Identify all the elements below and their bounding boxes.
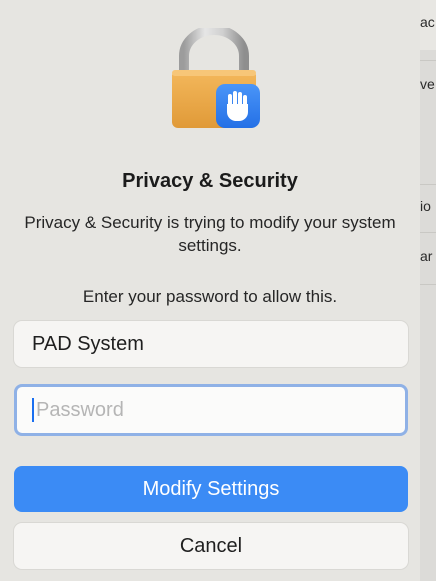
background-row-divider [418,184,436,185]
background-row-text: ac [420,14,435,30]
dialog-message: Privacy & Security is trying to modify y… [24,213,396,255]
dialog-title: Privacy & Security [122,170,298,192]
authentication-dialog: Privacy & Security Privacy & Security is… [0,0,420,581]
username-field[interactable]: PAD System [14,321,408,367]
modify-settings-button[interactable]: Modify Settings [14,466,408,512]
background-row-divider [418,284,436,285]
username-value: PAD System [32,332,144,355]
text-cursor [32,398,34,422]
background-row-divider [418,232,436,233]
background-row-divider [418,60,436,61]
background-row-text: ve [420,76,435,92]
dialog-prompt: Enter your password to allow this. [82,287,338,306]
background-row-text: io [420,198,431,214]
password-placeholder: Password [36,398,124,421]
lock-hand-icon [172,28,260,128]
background-window: ac ve io ar [418,0,436,581]
background-row-text: ar [420,248,433,264]
password-field[interactable]: Password [14,384,408,436]
cancel-button[interactable]: Cancel [14,523,408,569]
